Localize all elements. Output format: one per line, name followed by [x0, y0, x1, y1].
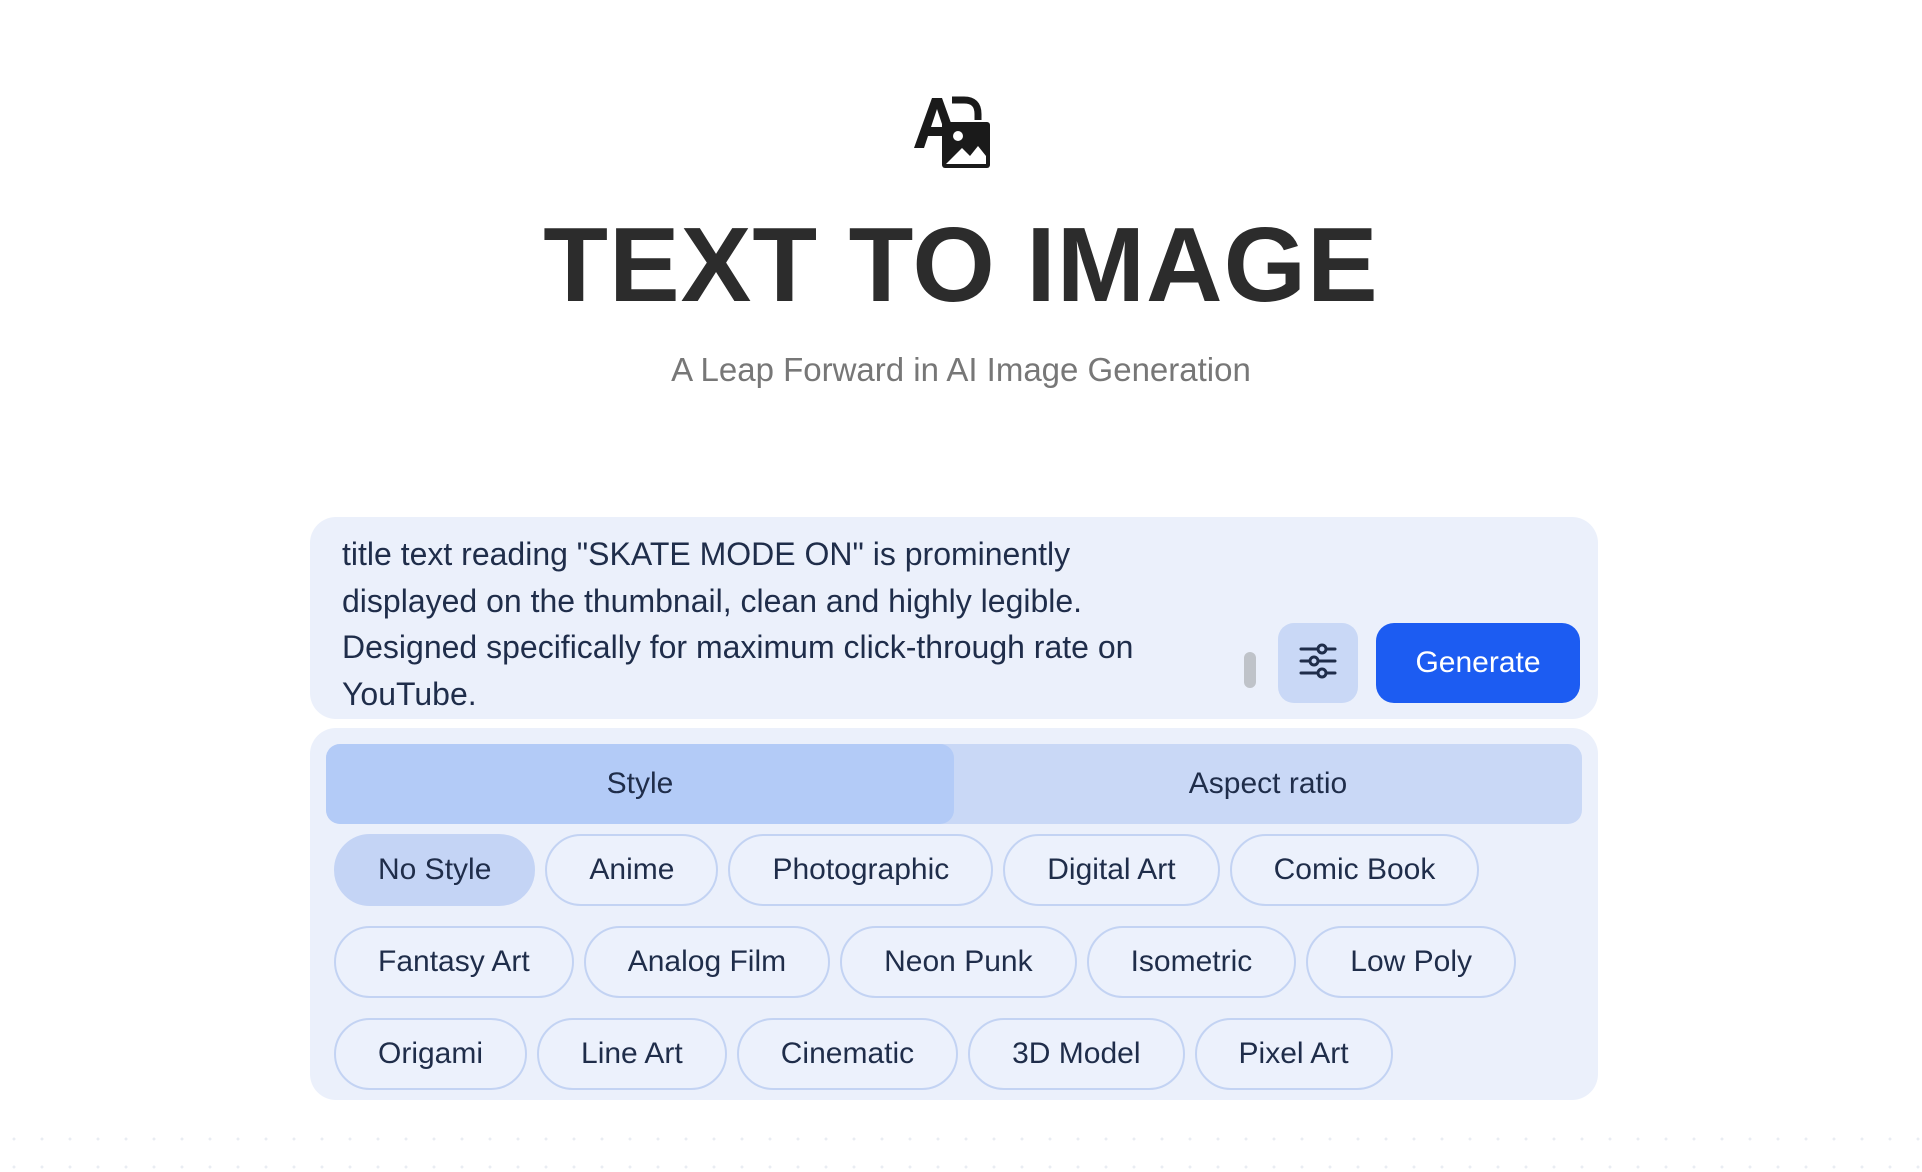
tab-style[interactable]: Style: [326, 744, 954, 824]
style-chip-origami[interactable]: Origami: [334, 1018, 528, 1090]
prompt-input[interactable]: title text reading "SKATE MODE ON" is pr…: [342, 531, 1232, 717]
settings-button[interactable]: [1278, 623, 1358, 703]
prompt-scrollbar[interactable]: [1244, 652, 1256, 688]
options-tabs: Style Aspect ratio: [326, 744, 1582, 824]
sliders-icon: [1298, 641, 1338, 686]
style-chip-anime[interactable]: Anime: [545, 834, 719, 906]
style-chip-fantasy-art[interactable]: Fantasy Art: [334, 926, 574, 998]
generate-button[interactable]: Generate: [1376, 623, 1580, 703]
dotted-background: [0, 1125, 1922, 1172]
page-subtitle: A Leap Forward in AI Image Generation: [671, 351, 1251, 388]
style-chip-comic-book[interactable]: Comic Book: [1229, 834, 1480, 906]
style-chip-no-style[interactable]: No Style: [334, 834, 536, 906]
page-title: TEXT TO IMAGE: [543, 206, 1379, 324]
text-to-image-icon: [912, 92, 992, 172]
options-panel: Style Aspect ratio No Style Anime Photog…: [310, 728, 1598, 1100]
style-options: No Style Anime Photographic Digital Art …: [334, 834, 1584, 1090]
style-chip-neon-punk[interactable]: Neon Punk: [840, 926, 1077, 998]
style-chip-3d-model[interactable]: 3D Model: [968, 1018, 1185, 1090]
style-chip-cinematic[interactable]: Cinematic: [736, 1018, 959, 1090]
style-chip-line-art[interactable]: Line Art: [537, 1018, 727, 1090]
style-chip-analog-film[interactable]: Analog Film: [583, 926, 831, 998]
prompt-container: title text reading "SKATE MODE ON" is pr…: [310, 517, 1598, 719]
style-chip-pixel-art[interactable]: Pixel Art: [1194, 1018, 1393, 1090]
style-chip-isometric[interactable]: Isometric: [1086, 926, 1297, 998]
style-chip-photographic[interactable]: Photographic: [728, 834, 994, 906]
style-chip-low-poly[interactable]: Low Poly: [1306, 926, 1516, 998]
style-chip-digital-art[interactable]: Digital Art: [1003, 834, 1220, 906]
tab-aspect-ratio[interactable]: Aspect ratio: [954, 744, 1582, 824]
